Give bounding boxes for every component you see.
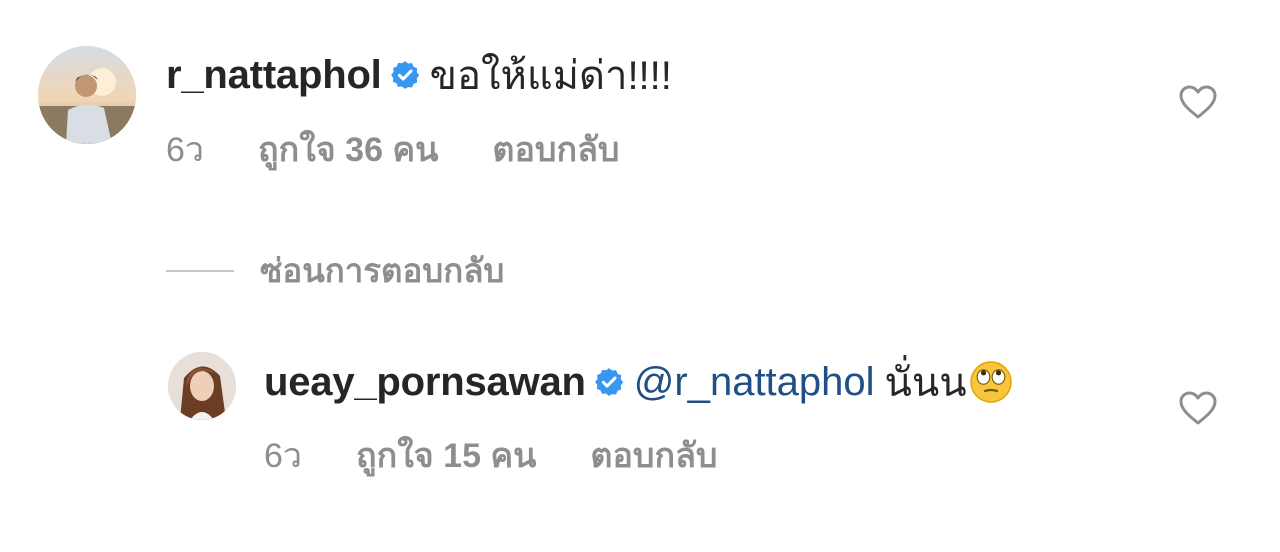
username[interactable]: ueay_pornsawan (264, 360, 586, 405)
hide-replies-label: ซ่อนการตอบกลับ (260, 252, 505, 289)
comment-text: ขอให้แม่ด่า!!!! (429, 54, 672, 98)
face-with-rolling-eyes-icon (969, 361, 1012, 403)
verified-badge-icon (390, 61, 419, 89)
timestamp[interactable]: 6ว (166, 122, 204, 176)
verified-badge-icon (594, 368, 623, 396)
divider (166, 269, 234, 272)
comment-meta: 6ว ถูกใจ 15 คน ตอบกลับ (264, 434, 718, 476)
like-count[interactable]: ถูกใจ 36 คน (258, 122, 438, 176)
like-count[interactable]: ถูกใจ 15 คน (356, 428, 536, 482)
username[interactable]: r_nattaphol (166, 53, 382, 98)
comment-text: นั่นน (884, 361, 967, 405)
comment-header: r_nattaphol ขอให้แม่ด่า!!!! (166, 50, 672, 100)
mention-link[interactable]: @r_nattaphol (634, 360, 875, 405)
timestamp[interactable]: 6ว (264, 428, 302, 482)
reply-button[interactable]: ตอบกลับ (590, 428, 717, 482)
comment-header: ueay_pornsawan @r_nattaphol นั่นน (264, 356, 1013, 408)
avatar[interactable] (38, 46, 136, 144)
comment-meta: 6ว ถูกใจ 36 คน ตอบกลับ (166, 128, 620, 170)
heart-icon[interactable] (1178, 390, 1218, 426)
reply-button[interactable]: ตอบกลับ (492, 122, 619, 176)
hide-replies-toggle[interactable]: ซ่อนการตอบกลับ (166, 244, 504, 297)
avatar[interactable] (168, 352, 236, 420)
heart-icon[interactable] (1178, 84, 1218, 120)
